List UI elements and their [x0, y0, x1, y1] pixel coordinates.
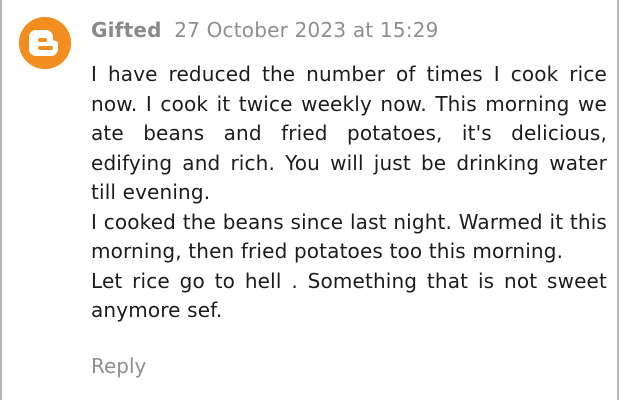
comment-paragraph: I cooked the beans since last night. War… [91, 209, 607, 264]
comment-paragraph: I have reduced the number of times I coo… [91, 62, 607, 204]
blogger-logo-icon [19, 17, 71, 69]
comment-timestamp[interactable]: 27 October 2023 at 15:29 [174, 18, 438, 42]
comment-card: Gifted 27 October 2023 at 15:29 I have r… [0, 0, 619, 400]
reply-link[interactable]: Reply [91, 352, 146, 380]
comment-author[interactable]: Gifted [91, 18, 162, 42]
avatar[interactable] [19, 17, 71, 69]
comment-body: I have reduced the number of times I coo… [91, 60, 607, 326]
comment-header: Gifted 27 October 2023 at 15:29 [91, 16, 439, 44]
comment-paragraph: Let rice go to hell . Something that is … [91, 268, 607, 323]
